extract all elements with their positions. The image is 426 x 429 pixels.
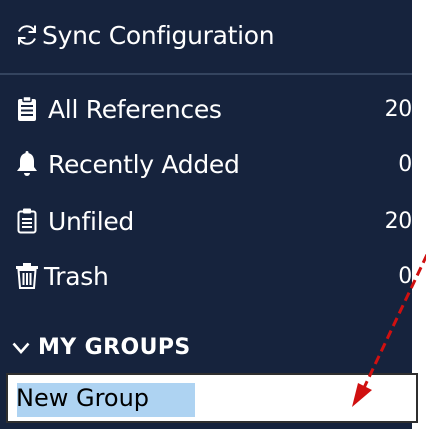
new-group-input-box[interactable] (6, 373, 418, 423)
bell-icon (12, 149, 42, 179)
my-groups-label: MY GROUPS (38, 334, 191, 360)
item-count: 20 (384, 208, 413, 234)
sidebar: Sync Configuration All References 20 Rec… (0, 0, 412, 429)
item-count: 20 (384, 96, 413, 122)
clipboard-icon (12, 94, 42, 124)
sidebar-item-unfiled[interactable]: Unfiled 20 (0, 199, 412, 243)
item-count: 0 (398, 263, 412, 289)
sync-icon (12, 20, 42, 50)
sync-configuration-button[interactable]: Sync Configuration (0, 14, 412, 56)
sidebar-item-label: All References (48, 94, 222, 124)
new-group-name-input[interactable] (8, 375, 416, 421)
sidebar-item-recently-added[interactable]: Recently Added 0 (0, 142, 412, 186)
sidebar-item-trash[interactable]: Trash 0 (0, 254, 412, 298)
trash-icon (12, 261, 42, 291)
sidebar-item-label: Unfiled (48, 206, 134, 236)
chevron-down-icon (12, 335, 30, 360)
divider (0, 73, 412, 75)
sidebar-item-label: Recently Added (48, 149, 240, 179)
my-groups-header[interactable]: MY GROUPS (12, 327, 191, 367)
sidebar-item-all-references[interactable]: All References 20 (0, 87, 412, 131)
sidebar-item-label: Trash (44, 261, 109, 291)
clipboard-icon (12, 206, 42, 236)
sync-configuration-label: Sync Configuration (42, 20, 275, 50)
item-count: 0 (398, 151, 412, 177)
